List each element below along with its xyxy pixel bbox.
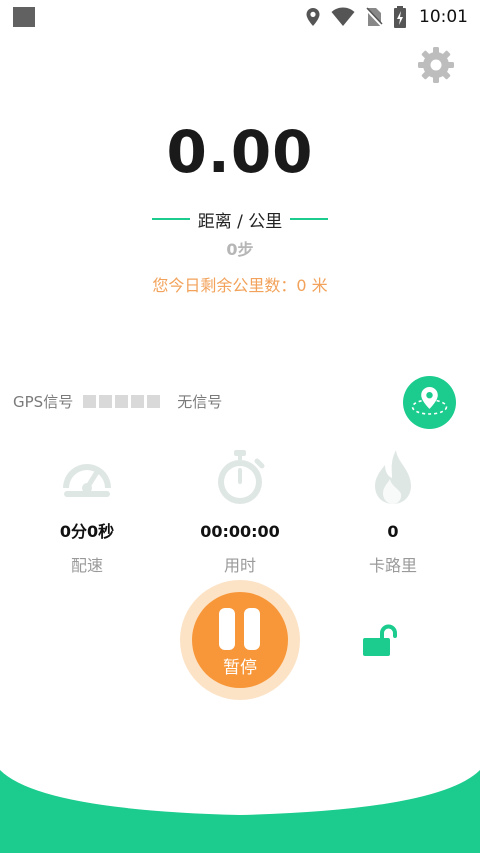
divider-right [290, 218, 329, 220]
divider-left [151, 218, 190, 220]
gps-bar [99, 394, 113, 408]
stat-pace: 0分0秒 配速 [17, 448, 157, 576]
remaining-distance: 您今日剩余公里数：0 米 [152, 276, 328, 295]
battery-charging-icon [394, 6, 406, 28]
status-icons: 10:01 [305, 4, 468, 30]
gps-bar [83, 394, 97, 408]
distance-unit-row: 距离 / 公里 [0, 206, 480, 232]
gps-signal-bars [83, 394, 161, 408]
map-location-icon [411, 387, 448, 415]
duration-label: 用时 [223, 556, 256, 575]
clock-time: 10:01 [419, 7, 468, 27]
pace-value: 0分0秒 [59, 522, 115, 541]
map-button[interactable] [403, 376, 456, 429]
gps-signal-row: GPS信号 无信号 [13, 388, 222, 414]
stopwatch-icon [218, 450, 265, 504]
flame-icon [375, 450, 411, 504]
calories-label: 卡路里 [368, 556, 417, 575]
pause-icon [244, 608, 260, 650]
gps-label: GPS信号 [13, 392, 74, 411]
no-sim-icon [365, 7, 383, 27]
wifi-icon [331, 7, 355, 26]
step-count: 0步 [226, 240, 254, 259]
settings-gear-icon[interactable] [417, 46, 455, 84]
pause-icon [219, 608, 235, 650]
pace-label: 配速 [70, 556, 103, 575]
stat-calories: 0 卡路里 [323, 448, 463, 576]
notification-icon [13, 7, 35, 27]
duration-value: 00:00:00 [200, 522, 280, 541]
speedometer-icon [63, 464, 111, 497]
calories-value: 0 [387, 522, 399, 541]
gps-bar [115, 394, 129, 408]
status-bar: 10:01 [0, 0, 480, 34]
gps-status: 无信号 [177, 392, 223, 411]
distance-unit-label: 距离 / 公里 [197, 211, 283, 232]
unlock-icon[interactable] [362, 623, 398, 659]
bottom-wave [0, 770, 480, 853]
gps-bar [131, 394, 145, 408]
location-icon [306, 8, 320, 26]
gps-bar [147, 394, 161, 408]
pause-label: 暂停 [223, 658, 257, 678]
stat-duration: 00:00:00 用时 [170, 448, 310, 576]
distance-value: 0.00 [166, 118, 314, 186]
